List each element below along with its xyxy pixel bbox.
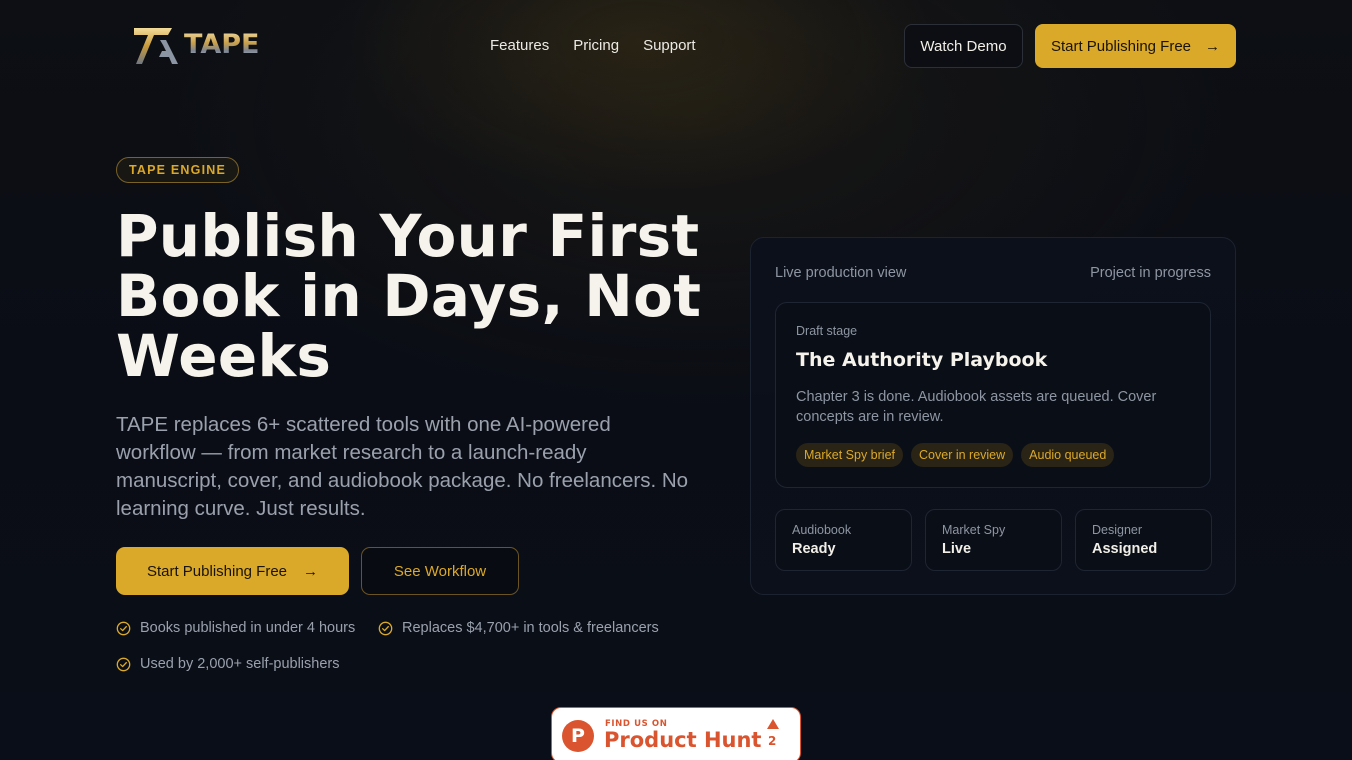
arrow-right-icon: → (303, 562, 319, 580)
upvote-triangle-icon (767, 719, 779, 729)
logo-text: TAPE (184, 29, 260, 60)
feature-text: Used by 2,000+ self-publishers (140, 656, 340, 672)
production-card: Live production view Project in progress… (750, 237, 1236, 595)
stat-label: Market Spy (942, 523, 1006, 537)
hero-title: Publish Your First Book in Days, Not Wee… (116, 202, 702, 390)
product-hunt-badge[interactable]: P FIND US ON Product Hunt 2 (551, 707, 801, 760)
upvote-count: 2 (768, 734, 777, 748)
hero-badge-label: TAPE ENGINE (129, 163, 227, 177)
top-nav: TAPE Features Pricing Support Watch Demo… (0, 0, 1352, 92)
start-publishing-button[interactable]: Start Publishing Free → (116, 547, 349, 595)
card-header-right: Project in progress (1090, 265, 1211, 281)
logo[interactable]: TAPE (132, 26, 266, 66)
book-title: The Authority Playbook (796, 349, 1048, 371)
hero-subtitle: TAPE replaces 6+ scattered tools with on… (116, 413, 689, 520)
card-header-left: Live production view (775, 265, 907, 281)
hero-badge: TAPE ENGINE (116, 157, 240, 183)
feature-item: Replaces $4,700+ in tools & freelancers (378, 620, 659, 636)
watch-demo-button[interactable]: Watch Demo (904, 24, 1023, 68)
project-stage: Draft stage (796, 324, 858, 338)
start-publishing-button-nav[interactable]: Start Publishing Free → (1035, 24, 1236, 68)
watch-demo-label: Watch Demo (920, 37, 1007, 55)
feature-item: Books published in under 4 hours (116, 620, 355, 636)
see-workflow-button[interactable]: See Workflow (361, 547, 519, 595)
product-hunt-logo-icon: P (562, 720, 594, 752)
nav-links: Features Pricing Support (490, 37, 720, 54)
stat-value: Assigned (1092, 541, 1158, 557)
stat-designer: Designer Assigned (1075, 509, 1212, 571)
start-publishing-label: Start Publishing Free (1050, 37, 1192, 55)
status-tag: Audio queued (1021, 443, 1115, 467)
nav-link-pricing[interactable]: Pricing (573, 37, 619, 54)
nav-link-features[interactable]: Features (490, 37, 549, 54)
product-hunt-name: Product Hunt (604, 728, 762, 752)
status-tags: Market Spy brief Cover in review Audio q… (796, 443, 1115, 467)
start-publishing-label: Start Publishing Free (146, 562, 288, 580)
project-panel: Draft stage The Authority Playbook Chapt… (775, 302, 1211, 488)
stat-market-spy: Market Spy Live (925, 509, 1062, 571)
feature-text: Books published in under 4 hours (140, 620, 356, 636)
stat-label: Designer (1092, 523, 1143, 537)
tape-logo-icon (134, 28, 178, 64)
status-tag: Market Spy brief (796, 443, 904, 467)
check-circle-icon (116, 621, 131, 635)
feature-text: Replaces $4,700+ in tools & freelancers (402, 620, 659, 636)
product-hunt-letter: P (571, 725, 585, 747)
nav-link-support[interactable]: Support (643, 37, 696, 54)
stat-label: Audiobook (792, 523, 852, 537)
book-description: Chapter 3 is done. Audiobook assets are … (796, 389, 1157, 425)
status-tag: Cover in review (911, 443, 1014, 467)
check-circle-icon (378, 621, 393, 635)
stat-audiobook: Audiobook Ready (775, 509, 912, 571)
arrow-right-icon: → (1205, 37, 1221, 55)
feature-item: Used by 2,000+ self-publishers (116, 656, 340, 672)
stat-value: Live (942, 541, 972, 557)
see-workflow-label: See Workflow (393, 562, 487, 580)
stat-value: Ready (792, 541, 836, 557)
check-circle-icon (116, 657, 131, 671)
